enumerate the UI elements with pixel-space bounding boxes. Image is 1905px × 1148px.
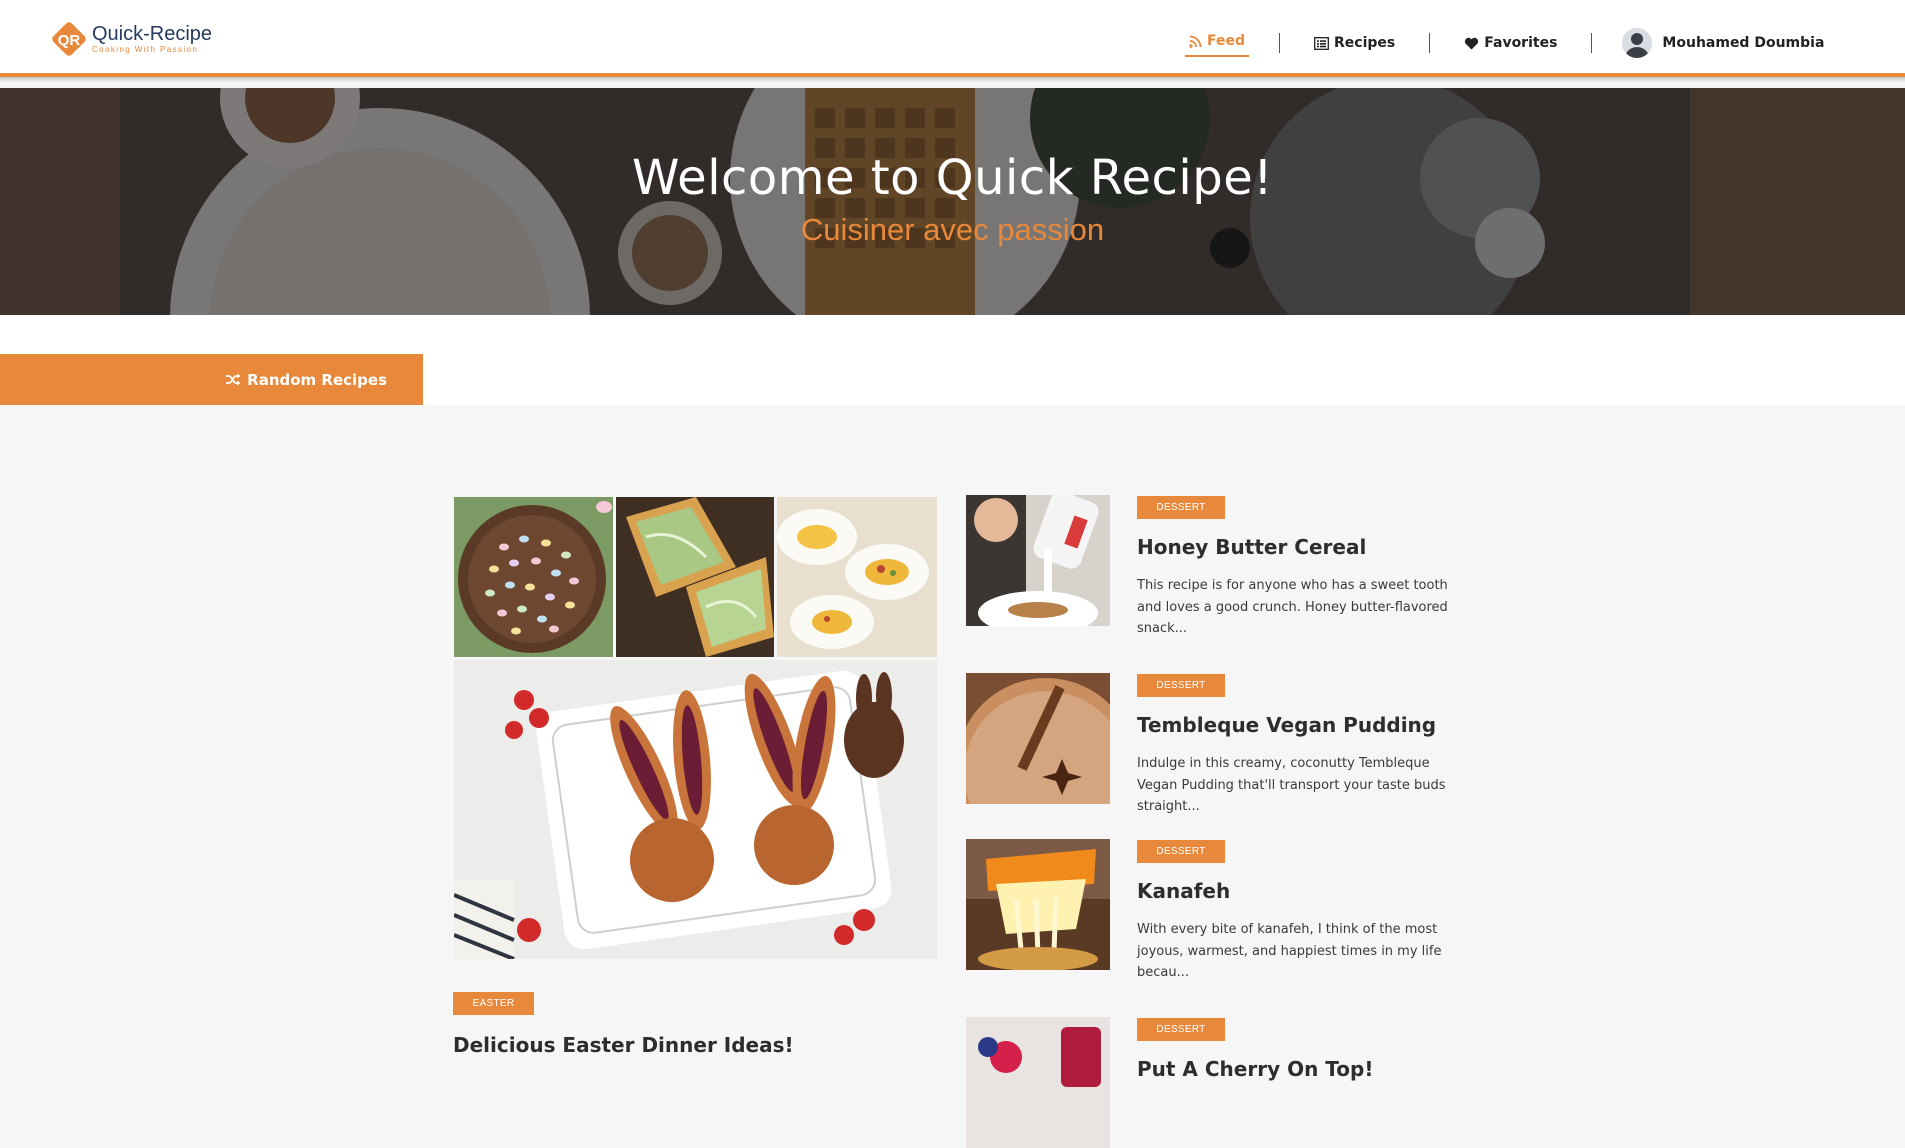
recipe-image[interactable]	[966, 1017, 1110, 1148]
hero-banner: Welcome to Quick Recipe! Cuisiner avec p…	[0, 88, 1905, 315]
hero-subtitle: Cuisiner avec passion	[800, 212, 1105, 247]
nav-recipes[interactable]: Recipes	[1310, 31, 1399, 55]
featured-category-badge[interactable]: EASTER	[453, 992, 534, 1015]
action-strip: Random Recipes	[0, 315, 1905, 405]
shuffle-icon	[226, 373, 241, 386]
user-name: Mouhamed Doumbia	[1662, 35, 1825, 51]
nav-favorites[interactable]: Favorites	[1460, 31, 1561, 55]
nav-divider	[1429, 33, 1431, 53]
svg-text:QR: QR	[58, 32, 81, 49]
featured-title[interactable]: Delicious Easter Dinner Ideas!	[453, 1033, 794, 1057]
user-menu[interactable]: Mouhamed Doumbia	[1622, 28, 1824, 58]
bunny-bread-image	[454, 660, 937, 959]
recipe-description: With every bite of kanafeh, I think of t…	[1137, 922, 1442, 980]
recipe-card: DESSERT Kanafeh With every bite of kanaf…	[966, 839, 1466, 980]
random-recipes-label: Random Recipes	[247, 370, 387, 389]
nav-divider	[1279, 33, 1281, 53]
featured-collage[interactable]	[454, 497, 937, 959]
recipe-title[interactable]: Put A Cherry On Top!	[1137, 1057, 1373, 1081]
deviled-eggs-image	[777, 497, 937, 657]
rss-icon	[1189, 35, 1202, 48]
logo-mark-icon: QR	[50, 20, 88, 58]
nav-feed[interactable]: Feed	[1185, 29, 1250, 57]
logo-title: Quick-Recipe	[92, 23, 213, 45]
heart-icon	[1465, 37, 1479, 49]
recipe-card: DESSERT Honey Butter Cereal This recipe …	[966, 495, 1466, 636]
recipe-title[interactable]: Tembleque Vegan Pudding	[1137, 713, 1436, 737]
zucchini-tart-image	[616, 497, 774, 657]
logo[interactable]: QR Quick-Recipe Cooking With Passion	[50, 20, 212, 58]
list-icon	[1314, 36, 1329, 50]
recipe-description: Indulge in this creamy, coconutty Temble…	[1137, 756, 1446, 814]
recipe-description: This recipe is for anyone who has a swee…	[1137, 578, 1448, 636]
main-content: EASTER Delicious Easter Dinner Ideas! DE…	[0, 405, 1905, 1148]
logo-tagline: Cooking With Passion	[92, 45, 199, 54]
avatar	[1622, 28, 1653, 58]
recipe-card: DESSERT Tembleque Vegan Pudding Indulge …	[966, 673, 1466, 814]
recipe-image[interactable]	[966, 839, 1110, 970]
recipe-image[interactable]	[966, 495, 1110, 626]
recipe-category-badge[interactable]: DESSERT	[1137, 1018, 1225, 1041]
random-recipes-button[interactable]: Random Recipes	[0, 354, 423, 405]
nav-recipes-label: Recipes	[1334, 35, 1396, 51]
easter-cake-image	[454, 497, 613, 657]
top-navbar: QR Quick-Recipe Cooking With Passion Fee…	[0, 0, 1905, 83]
main-nav: Feed Recipes Favorites Mouhamed Doumbia	[1185, 26, 1824, 60]
nav-feed-label: Feed	[1207, 33, 1246, 49]
recipe-category-badge[interactable]: DESSERT	[1137, 496, 1225, 519]
recipe-card: DESSERT Put A Cherry On Top!	[966, 1017, 1466, 1148]
recipe-category-badge[interactable]: DESSERT	[1137, 674, 1225, 697]
recipe-category-badge[interactable]: DESSERT	[1137, 840, 1225, 863]
hero-title: Welcome to Quick Recipe!	[632, 150, 1273, 206]
nav-favorites-label: Favorites	[1484, 35, 1558, 51]
recipe-title[interactable]: Kanafeh	[1137, 879, 1230, 903]
nav-divider	[1591, 33, 1593, 53]
recipe-image[interactable]	[966, 673, 1110, 804]
recipe-title[interactable]: Honey Butter Cereal	[1137, 535, 1366, 559]
